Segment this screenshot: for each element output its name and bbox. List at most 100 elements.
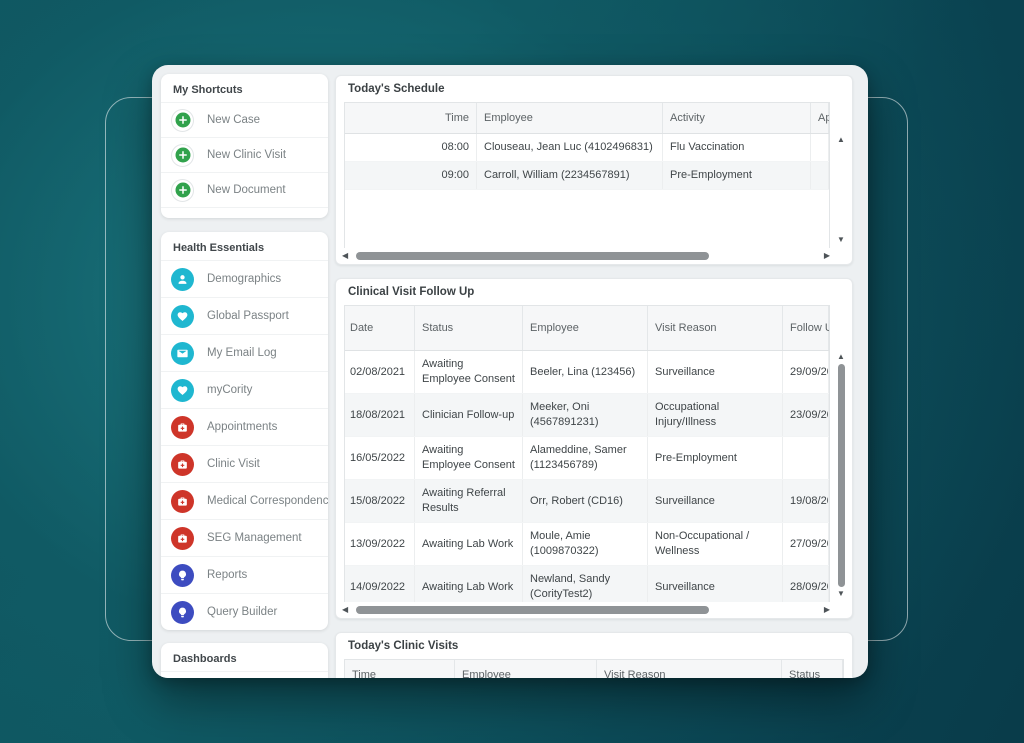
sidebar-item-reports[interactable]: Reports [161, 556, 328, 593]
sidebar-item-label: SEG Management [207, 532, 302, 544]
main-content: Today's Schedule TimeEmployeeActivityAp … [335, 74, 859, 678]
table-cell: 19/08/202 [783, 480, 829, 522]
sidebar-item-label: New Case [207, 114, 261, 126]
dashboards-panel: Dashboards Health Essentials [161, 643, 328, 678]
scrollbar-track[interactable] [354, 251, 818, 260]
email-icon [171, 341, 194, 365]
table-cell: 23/09/202 [783, 394, 829, 436]
sidebar-item-label: New Clinic Visit [207, 149, 287, 161]
sidebar-item-my-email-log[interactable]: My Email Log [161, 334, 328, 371]
table-row[interactable]: 02/08/2021 Awaiting Employee Consent Beele… [345, 351, 829, 394]
column-header-employee[interactable]: Employee [477, 103, 663, 133]
scroll-down-icon[interactable]: ▼ [837, 590, 845, 598]
panel-clinical-visit-follow-up: Clinical Visit Follow Up Date Status Emplo… [335, 278, 853, 619]
column-header-status[interactable]: Status [415, 306, 523, 350]
table-header-row: DateStatusEmployeeVisit ReasonFollow Up … [345, 306, 829, 351]
table-cell: 08:00 [345, 134, 477, 161]
sidebar-item-demographics[interactable]: Demographics [161, 260, 328, 297]
shortcut-new-clinic-visit[interactable]: New Clinic Visit [161, 137, 328, 172]
sidebar-item-label: Clinic Visit [207, 458, 260, 470]
scroll-up-icon[interactable]: ▲ [837, 136, 845, 144]
sidebar-item-clinic-visit[interactable]: Clinic Visit [161, 445, 328, 482]
horizontal-scrollbar[interactable]: ◀ ▶ [342, 603, 830, 616]
column-header-activity[interactable]: Activity [663, 103, 811, 133]
table-cell: 09:00 [345, 162, 477, 189]
column-header-follow-up-date[interactable]: Follow Up Date [783, 306, 829, 350]
table-row[interactable]: 13/09/2022 Awaiting Lab Work Moule, Amie (… [345, 523, 829, 566]
column-header-employee[interactable]: Employee [523, 306, 648, 350]
column-header-visit-reason[interactable]: Visit Reason [648, 306, 783, 350]
sidebar-item-mycority[interactable]: myCority [161, 371, 328, 408]
table-cell: 16/05/2022 [345, 437, 415, 479]
table-cell [783, 437, 829, 479]
table-cell: Moule, Amie (1009870322) [523, 523, 648, 565]
sidebar-item-label: Appointments [207, 421, 278, 433]
horizontal-scrollbar[interactable]: ◀ ▶ [342, 249, 830, 262]
table-row[interactable]: 14/09/2022 Awaiting Lab Work Newland, Sand… [345, 566, 829, 602]
scroll-up-icon[interactable]: ▲ [837, 353, 845, 361]
sidebar-item-label: Global Passport [207, 310, 289, 322]
table-cell: 14/09/2022 [345, 566, 415, 602]
column-header-time[interactable]: Time [345, 660, 455, 678]
scrollbar-thumb[interactable] [356, 605, 709, 614]
scrollbar-thumb[interactable] [837, 364, 845, 587]
table-cell: Non-Occupational / Wellness [648, 523, 783, 565]
scrollbar-thumb[interactable] [356, 251, 709, 260]
column-header-date[interactable]: Date [345, 306, 415, 350]
plus-circle-icon [171, 108, 194, 132]
table-cell: Meeker, Oni (4567891231) [523, 394, 648, 436]
table-row[interactable]: 15/08/2022 Awaiting Referral Results Orr, … [345, 480, 829, 523]
table-cell: 02/08/2021 [345, 351, 415, 393]
sidebar-item-label: Demographics [207, 273, 282, 285]
table-cell: Occupational Injury/Illness [648, 394, 783, 436]
sidebar-item-label: My Email Log [207, 347, 277, 359]
column-header-status[interactable]: Status [782, 660, 843, 678]
panel-title: Today's Clinic Visits [348, 640, 459, 652]
health-essentials-panel: Health Essentials Demographics Global Pas… [161, 232, 328, 630]
clinical-visit-follow-up-table: DateStatusEmployeeVisit ReasonFollow Up … [344, 305, 830, 602]
scroll-down-icon[interactable]: ▼ [837, 236, 845, 244]
scroll-left-icon[interactable]: ◀ [342, 605, 348, 615]
sidebar-item-seg-management[interactable]: SEG Management [161, 519, 328, 556]
shortcut-new-document[interactable]: New Document [161, 172, 328, 207]
table-cell: Flu Vaccination [663, 134, 811, 161]
lightbulb-icon [171, 563, 194, 587]
table-cell: Pre-Employment [648, 437, 783, 479]
scroll-right-icon[interactable]: ▶ [824, 251, 830, 261]
dashboards-title: Dashboards [173, 653, 237, 665]
table-cell [811, 134, 829, 161]
table-cell: Orr, Robert (CD16) [523, 480, 648, 522]
sidebar-item-global-passport[interactable]: Global Passport [161, 297, 328, 334]
column-header-employee[interactable]: Employee [455, 660, 597, 678]
scroll-right-icon[interactable]: ▶ [824, 605, 830, 615]
sidebar-item-query-builder[interactable]: Query Builder [161, 593, 328, 630]
sidebar-item-appointments[interactable]: Appointments [161, 408, 328, 445]
scroll-left-icon[interactable]: ◀ [342, 251, 348, 261]
sidebar-item-label: Medical Correspondence [207, 495, 328, 507]
medkit-icon [171, 489, 194, 513]
table-cell: Carroll, William (2234567891) [477, 162, 663, 189]
table-row[interactable]: 08:00 Clouseau, Jean Luc (4102496831) Flu … [345, 134, 829, 162]
vertical-scrollbar[interactable]: ▲ ▼ [833, 353, 849, 598]
column-header-visit-reason[interactable]: Visit Reason [597, 660, 782, 678]
sidebar-item-label: Reports [207, 569, 248, 581]
column-header-time[interactable]: Time [345, 103, 477, 133]
sidebar: My Shortcuts New Case New Clinic Visit New… [161, 74, 328, 678]
table-cell: Awaiting Lab Work [415, 566, 523, 602]
dashboard-card: My Shortcuts New Case New Clinic Visit New… [152, 65, 868, 678]
shortcut-new-case[interactable]: New Case [161, 102, 328, 137]
table-cell: Alameddine, Samer (1123456789) [523, 437, 648, 479]
dashboard-item-health-essentials[interactable]: Health Essentials [161, 671, 328, 678]
table-row[interactable]: 16/05/2022 Awaiting Employee Consent Alame… [345, 437, 829, 480]
table-header-row: TimeEmployeeActivityAp [345, 103, 829, 134]
table-cell: Surveillance [648, 566, 783, 602]
sidebar-item-medical-correspondence[interactable]: Medical Correspondence [161, 482, 328, 519]
vertical-scrollbar[interactable]: ▲ ▼ [833, 136, 849, 244]
scrollbar-track[interactable] [354, 605, 818, 614]
column-header-ap[interactable]: Ap [811, 103, 829, 133]
table-row[interactable]: 18/08/2021 Clinician Follow-up Meeker, Oni… [345, 394, 829, 437]
table-row[interactable]: 09:00 Carroll, William (2234567891) Pre-Em… [345, 162, 829, 190]
panel-todays-clinic-visits: Today's Clinic Visits Time Employee Visit … [335, 632, 853, 678]
table-cell: Awaiting Employee Consent [415, 351, 523, 393]
table-cell: Newland, Sandy (CorityTest2) [523, 566, 648, 602]
